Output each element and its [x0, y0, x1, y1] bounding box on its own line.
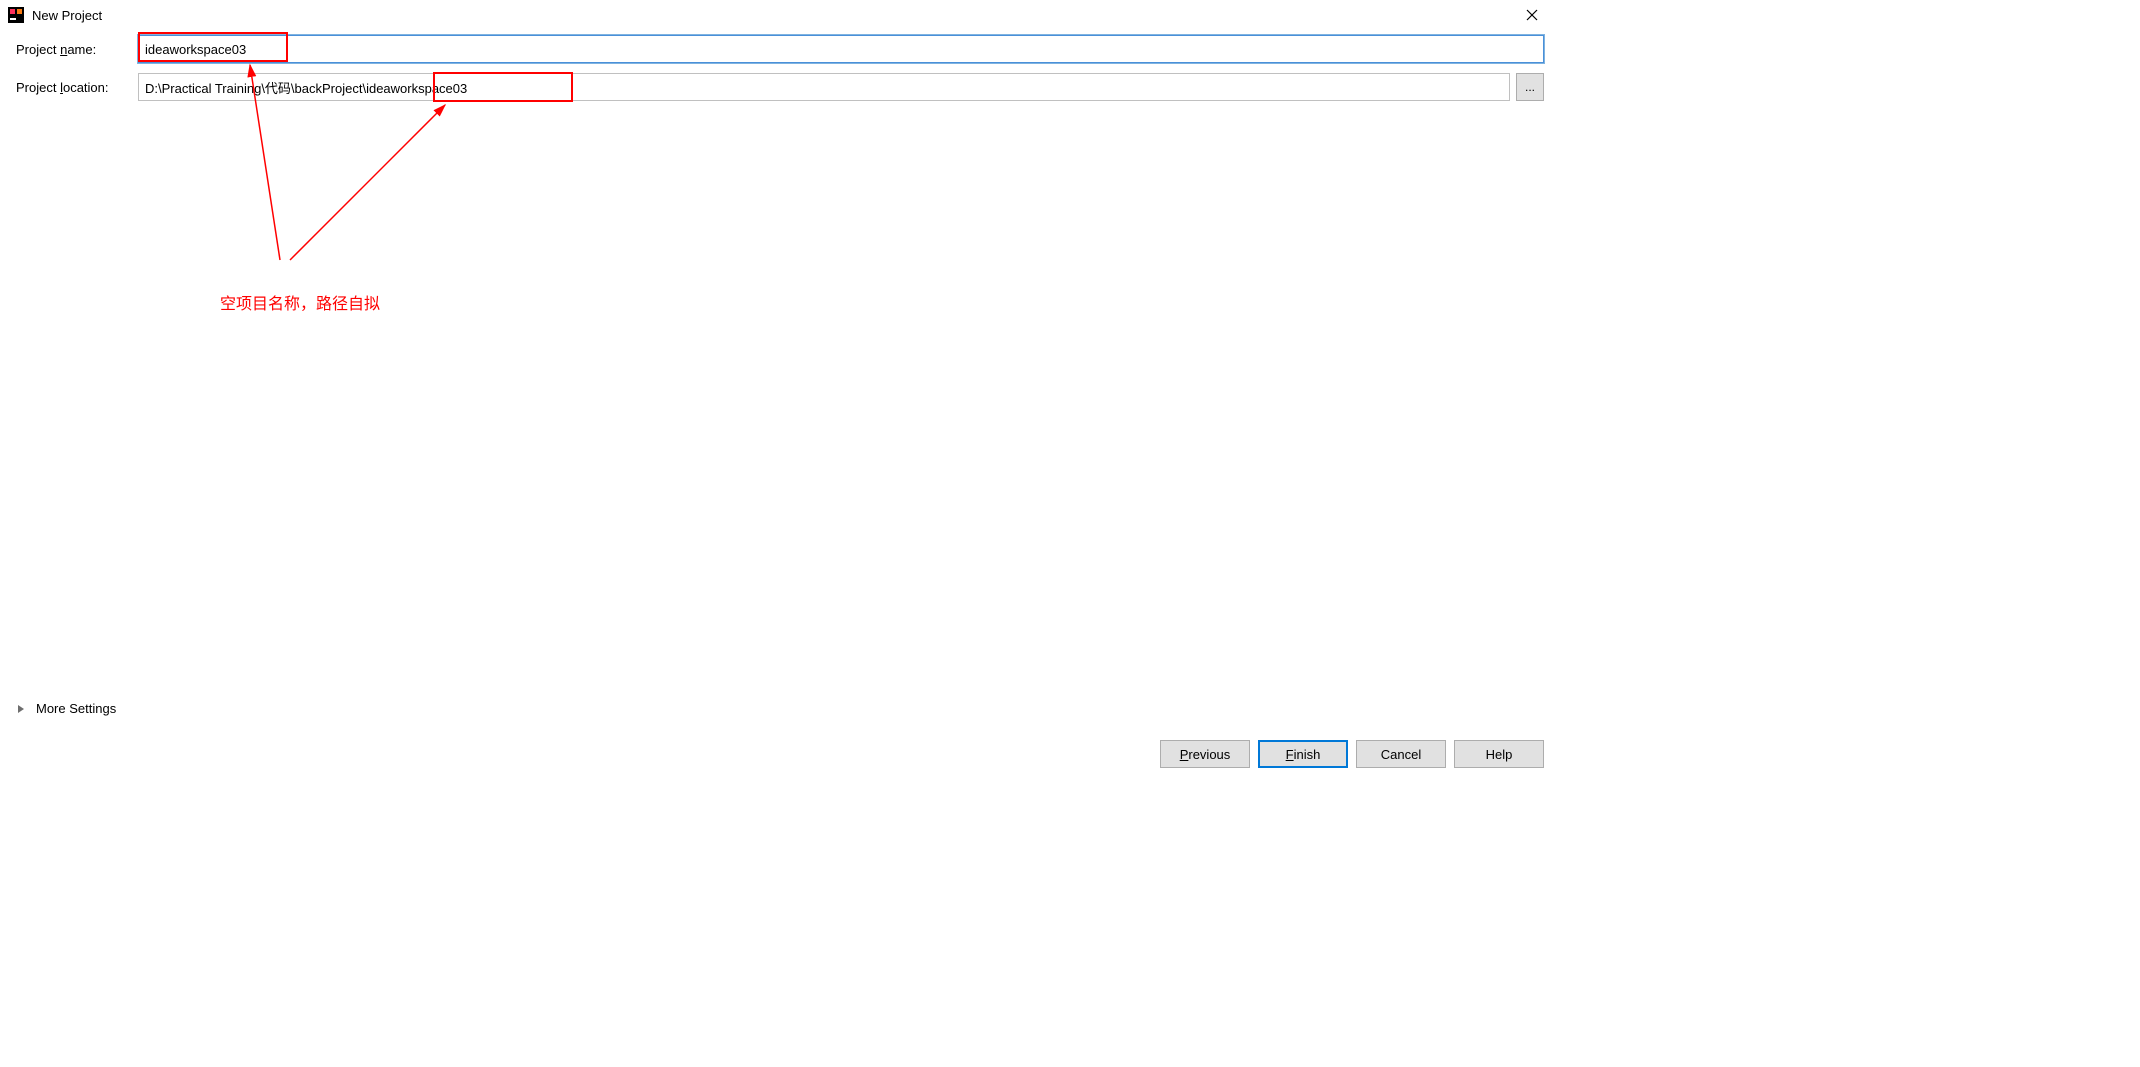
- triangle-right-icon: [16, 703, 28, 715]
- cancel-button[interactable]: Cancel: [1356, 740, 1446, 768]
- project-name-input[interactable]: [138, 35, 1544, 63]
- annotation-arrow-left: [0, 30, 600, 290]
- previous-button[interactable]: Previous: [1160, 740, 1250, 768]
- content-area: Project name: Project location: ... 空项目名…: [0, 30, 1560, 101]
- bottom-area: More Settings Previous Finish Cancel Hel…: [0, 701, 1560, 780]
- project-name-label: Project name:: [16, 42, 138, 57]
- finish-button[interactable]: Finish: [1258, 740, 1348, 768]
- project-name-row: Project name:: [16, 35, 1544, 63]
- close-icon[interactable]: [1512, 0, 1552, 30]
- more-settings-toggle[interactable]: More Settings: [16, 701, 1544, 716]
- button-row: Previous Finish Cancel Help: [16, 740, 1544, 768]
- project-location-label: Project location:: [16, 80, 138, 95]
- browse-button[interactable]: ...: [1516, 73, 1544, 101]
- more-settings-label: More Settings: [36, 701, 116, 716]
- window-title: New Project: [32, 8, 1512, 23]
- intellij-icon: [8, 7, 24, 23]
- annotation-text: 空项目名称，路径自拟: [220, 290, 380, 314]
- help-button[interactable]: Help: [1454, 740, 1544, 768]
- project-location-row: Project location: ...: [16, 73, 1544, 101]
- project-location-input[interactable]: [138, 73, 1510, 101]
- titlebar: New Project: [0, 0, 1560, 30]
